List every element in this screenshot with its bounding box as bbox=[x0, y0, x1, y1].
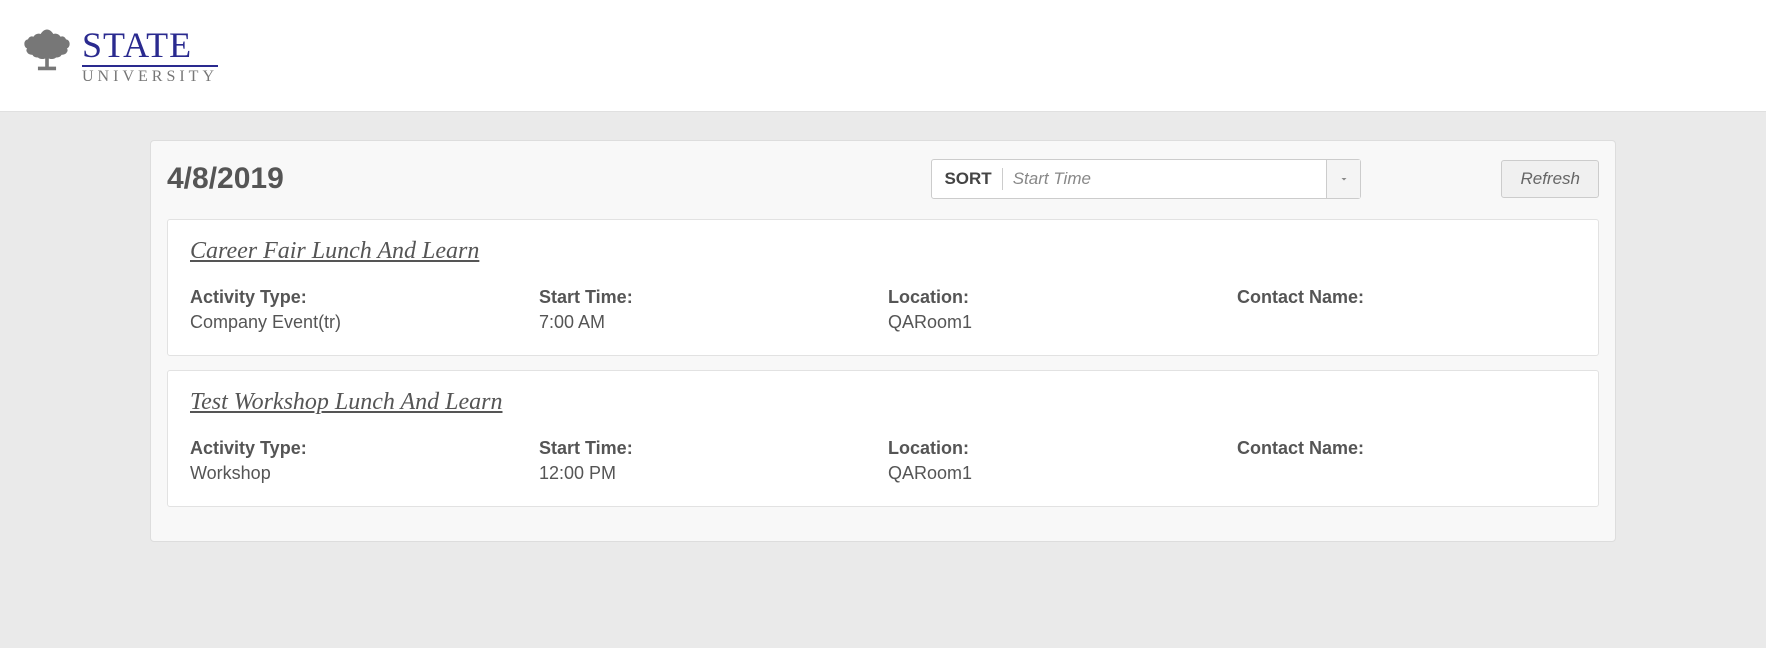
chevron-down-icon[interactable] bbox=[1326, 160, 1360, 198]
panel-header: 4/8/2019 SORT Start Time Refresh bbox=[167, 159, 1599, 199]
field-label: Contact Name: bbox=[1237, 438, 1576, 459]
field-value: 12:00 PM bbox=[539, 463, 878, 484]
sort-value: Start Time bbox=[1003, 169, 1327, 189]
field-activity-type: Activity Type: Company Event(tr) bbox=[190, 287, 529, 333]
field-label: Start Time: bbox=[539, 438, 878, 459]
field-label: Contact Name: bbox=[1237, 287, 1576, 308]
sort-select[interactable]: SORT Start Time bbox=[931, 159, 1361, 199]
sort-label: SORT bbox=[932, 169, 1001, 189]
field-activity-type: Activity Type: Workshop bbox=[190, 438, 529, 484]
tree-icon bbox=[18, 24, 76, 87]
field-label: Activity Type: bbox=[190, 438, 529, 459]
event-fields: Activity Type: Workshop Start Time: 12:0… bbox=[190, 438, 1576, 484]
field-start-time: Start Time: 12:00 PM bbox=[539, 438, 878, 484]
logo-line1: STATE bbox=[82, 27, 218, 67]
field-label: Location: bbox=[888, 287, 1227, 308]
event-title-link[interactable]: Test Workshop Lunch And Learn bbox=[190, 389, 503, 416]
content: 4/8/2019 SORT Start Time Refresh Career … bbox=[0, 112, 1766, 582]
field-value: Company Event(tr) bbox=[190, 312, 529, 333]
field-value: 7:00 AM bbox=[539, 312, 878, 333]
date-title: 4/8/2019 bbox=[167, 162, 284, 196]
field-value: Workshop bbox=[190, 463, 529, 484]
field-label: Location: bbox=[888, 438, 1227, 459]
field-location: Location: QARoom1 bbox=[888, 438, 1227, 484]
field-contact-name: Contact Name: bbox=[1237, 438, 1576, 484]
event-fields: Activity Type: Company Event(tr) Start T… bbox=[190, 287, 1576, 333]
logo-line2: UNIVERSITY bbox=[82, 69, 218, 85]
events-panel: 4/8/2019 SORT Start Time Refresh Career … bbox=[150, 140, 1616, 542]
logo: STATE UNIVERSITY bbox=[18, 24, 218, 87]
field-label: Start Time: bbox=[539, 287, 878, 308]
refresh-button[interactable]: Refresh bbox=[1501, 160, 1599, 198]
event-card: Test Workshop Lunch And Learn Activity T… bbox=[167, 370, 1599, 507]
event-card: Career Fair Lunch And Learn Activity Typ… bbox=[167, 219, 1599, 356]
app-header: STATE UNIVERSITY bbox=[0, 0, 1766, 112]
logo-text: STATE UNIVERSITY bbox=[82, 27, 218, 85]
panel-controls: SORT Start Time Refresh bbox=[931, 159, 1599, 199]
field-value: QARoom1 bbox=[888, 312, 1227, 333]
field-start-time: Start Time: 7:00 AM bbox=[539, 287, 878, 333]
event-title-link[interactable]: Career Fair Lunch And Learn bbox=[190, 238, 479, 265]
field-label: Activity Type: bbox=[190, 287, 529, 308]
field-value: QARoom1 bbox=[888, 463, 1227, 484]
field-location: Location: QARoom1 bbox=[888, 287, 1227, 333]
field-contact-name: Contact Name: bbox=[1237, 287, 1576, 333]
